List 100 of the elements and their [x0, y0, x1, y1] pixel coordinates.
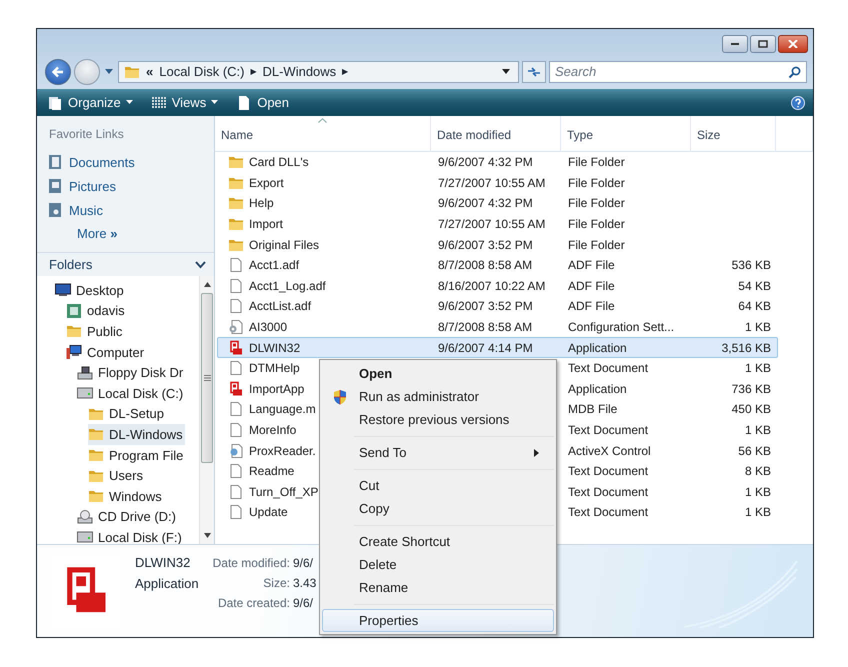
help-icon[interactable] — [791, 96, 805, 110]
menu-item[interactable]: Properties — [322, 609, 554, 632]
scrollbar-thumb[interactable] — [201, 293, 213, 463]
document-icon — [228, 360, 244, 376]
refresh-button[interactable] — [522, 60, 546, 83]
chevron-down-icon — [195, 260, 206, 268]
menu-item[interactable]: Restore previous versions — [322, 408, 554, 431]
type-cell: ActiveX Control — [568, 444, 651, 458]
search-field[interactable]: Search — [549, 60, 807, 83]
menu-item[interactable]: Delete — [322, 553, 554, 576]
folder-tree-item[interactable]: DL-Windows — [88, 424, 185, 445]
folder-tree-item[interactable]: Windows — [88, 486, 164, 507]
folder-tree-item[interactable]: Desktop — [55, 280, 126, 301]
maximize-icon — [758, 40, 768, 48]
menu-item[interactable]: Run as administrator — [322, 385, 554, 408]
up-arrow-icon[interactable] — [204, 282, 210, 287]
file-name: Update — [249, 505, 288, 520]
pictures-icon — [47, 178, 63, 194]
close-button[interactable] — [778, 35, 808, 53]
menu-item[interactable]: Open — [322, 362, 554, 385]
documents-icon — [47, 154, 63, 170]
date-cell: 8/16/2007 10:22 AM — [438, 278, 546, 293]
address-bar[interactable]: « Local Disk (C:) ▶ DL-Windows ▶ — [118, 60, 519, 83]
folder-tree-item[interactable]: Local Disk (C:) — [77, 382, 186, 404]
file-name: Turn_Off_XP — [249, 484, 318, 499]
size-cell: 8 KB — [744, 464, 771, 478]
document-icon — [228, 463, 244, 480]
menu-item[interactable]: Create Shortcut — [322, 530, 554, 553]
type-cell: File Folder — [568, 238, 625, 252]
folder-tree-item[interactable]: Computer — [66, 342, 146, 362]
favorite-link[interactable]: Music — [37, 198, 214, 222]
document-icon — [228, 484, 244, 500]
favorite-link[interactable]: Pictures — [37, 174, 214, 198]
file-name: ImportApp — [249, 382, 304, 396]
music-icon — [47, 202, 63, 218]
overflow-chevron[interactable]: « — [146, 64, 154, 80]
date-cell: 9/6/2007 4:32 PM — [438, 196, 533, 210]
menu-item[interactable]: Rename — [322, 576, 554, 599]
folder-tree-item[interactable]: Floppy Disk Dr — [77, 362, 186, 383]
breadcrumb-item[interactable]: Local Disk (C:) — [159, 64, 244, 80]
column-header[interactable]: Name — [215, 116, 431, 151]
type-cell: ADF File — [568, 299, 615, 314]
menu-item[interactable]: Send To — [322, 441, 554, 464]
date-cell: 7/27/2007 10:55 AM — [438, 217, 546, 232]
folder-tree-item[interactable]: CD Drive (D:) — [77, 506, 178, 528]
search-icon[interactable] — [788, 66, 801, 79]
maximize-button[interactable] — [750, 35, 776, 53]
property-label: Date modified: — [212, 556, 290, 570]
size-cell: 1 KB — [744, 361, 771, 376]
list-view-icon — [150, 94, 167, 111]
document-icon — [228, 504, 244, 520]
menu-item[interactable]: Copy — [322, 497, 554, 520]
type-cell: Configuration Sett... — [568, 320, 674, 334]
folder-tree-item[interactable]: Users — [88, 465, 145, 486]
type-cell: Text Document — [568, 505, 648, 520]
file-name: AI3000 — [249, 320, 288, 334]
submenu-arrow-icon — [534, 448, 539, 456]
folder-tree-item[interactable]: Public — [66, 321, 124, 342]
minimize-icon — [731, 43, 739, 45]
date-cell: 9/6/2007 3:52 PM — [438, 238, 533, 252]
folder-icon — [228, 216, 244, 232]
folder-icon — [88, 447, 104, 464]
folder-tree-item[interactable]: odavis — [66, 300, 127, 322]
file-type: Application — [135, 576, 199, 591]
file-name: DTMHelp — [249, 361, 300, 376]
more-link[interactable]: More » — [37, 222, 214, 246]
selected-file-row[interactable]: DLWIN32 9/6/2007 4:14 PM Application 3,516 KB — [217, 337, 778, 358]
caret-icon — [211, 100, 218, 106]
date-cell: 8/7/2008 8:58 AM — [438, 320, 532, 334]
toolbar-button[interactable]: Open — [234, 92, 292, 113]
breadcrumb-arrow[interactable]: ▶ — [250, 67, 256, 76]
folder-icon — [88, 426, 104, 442]
column-header[interactable]: Type — [561, 116, 691, 151]
size-cell: 736 KB — [732, 382, 771, 396]
component-document-icon — [228, 442, 244, 459]
type-cell: Text Document — [568, 361, 648, 376]
folder-tree-item[interactable]: DL-Setup — [88, 404, 166, 424]
scrollbar[interactable] — [199, 276, 214, 544]
toolbar-button[interactable]: Organize — [45, 92, 135, 113]
toolbar-button[interactable]: Views — [148, 92, 220, 113]
file-name: Help — [249, 196, 274, 210]
size-cell: 64 KB — [738, 299, 771, 314]
column-header[interactable]: Size — [691, 116, 776, 151]
favorite-link[interactable]: Documents — [37, 150, 214, 174]
back-button[interactable] — [45, 58, 71, 85]
file-name: Readme — [249, 464, 294, 478]
minimize-button[interactable] — [722, 35, 748, 53]
type-cell: Text Document — [568, 484, 648, 499]
type-cell: Application — [568, 340, 627, 355]
folder-tree-item[interactable]: Program File — [88, 444, 186, 466]
breadcrumb-arrow[interactable]: ▶ — [342, 67, 348, 76]
pages-icon — [47, 94, 63, 111]
down-arrow-icon[interactable] — [204, 533, 210, 538]
caret-icon[interactable] — [502, 68, 510, 75]
document-icon — [228, 298, 244, 314]
column-header[interactable]: Date modified — [431, 116, 561, 151]
size-cell: 54 KB — [738, 278, 771, 293]
menu-item[interactable]: Cut — [322, 474, 554, 497]
breadcrumb-item[interactable]: DL-Windows — [262, 64, 336, 80]
folder-icon — [66, 323, 82, 340]
